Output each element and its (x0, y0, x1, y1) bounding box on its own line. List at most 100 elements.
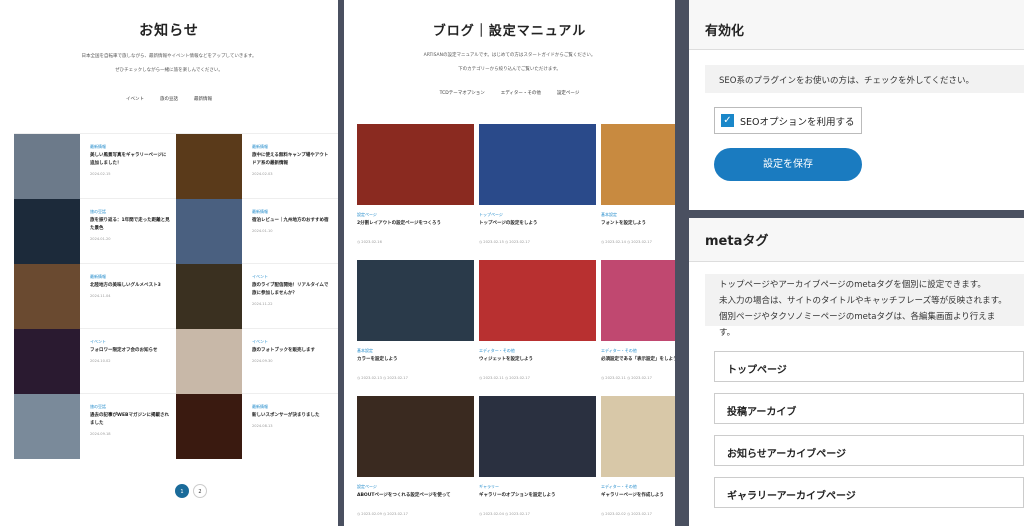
news-thumbnail[interactable] (176, 134, 242, 199)
page-title: お知らせ (139, 23, 199, 39)
section-title: metaタグ (689, 218, 1024, 262)
page-title: ブログ｜設定マニュアル (432, 24, 587, 39)
blog-card-title: カラーを設定しよう (357, 357, 398, 362)
news-item[interactable]: 最新情報 宿泊レビュー｜九州地方のおすすめ宿 2024.01.10 (242, 199, 338, 263)
blog-card-title: 2分割レイアウトの設定ページをつくろう (357, 221, 442, 226)
seo-option-checkbox[interactable]: ✓ SEOオプションを利用する (714, 107, 862, 134)
news-item[interactable]: 最新情報 北陸地方の美味しいグルメベスト3 2024.11.04 (80, 264, 176, 328)
news-item[interactable]: 旅の豆話過去の記事がWEBマガジンに掲載されました 2024.09.18 (80, 394, 176, 458)
news-category: イベント (252, 274, 268, 279)
blog-card-image[interactable] (357, 260, 474, 341)
blog-card-category: トップページ (479, 212, 503, 217)
news-date: 2024.10.02 (90, 359, 111, 363)
blog-card-dates: ◷ 2023.02.02 ◷ 2023.02.17 (601, 512, 652, 516)
news-thumbnail[interactable] (14, 134, 80, 199)
accordion-post-archive[interactable]: 投稿アーカイブ (714, 393, 1024, 424)
news-thumbnail[interactable] (176, 394, 242, 459)
blog-card-category: 基本設定 (357, 348, 373, 353)
news-date: 2024.02.15 (90, 172, 111, 176)
news-thumbnail[interactable] (14, 394, 80, 459)
page-description-2: 下のカテゴリーから絞り込んでご覧いただけます。 (458, 67, 561, 72)
blog-card-image[interactable] (357, 124, 474, 205)
blog-card[interactable]: 基本設定カラーを設定しよう ◷ 2023.02.13 ◷ 2023.02.17 (357, 260, 474, 396)
blog-card[interactable]: エディター・その他 ウィジェットを設定しよう ◷ 2023.02.11 ◷ 2023… (479, 260, 596, 396)
page-description: ARTISANの設定マニュアルです。はじめての方はスタートガイドからご覧ください… (423, 53, 596, 58)
news-item[interactable]: 最新情報 旅中に使える無料キャンプ場やアウトドア系の最新情報 2024.02.03 (242, 134, 338, 198)
blog-card-category: 設定ページ (357, 484, 377, 489)
accordion-top-page[interactable]: トップページ (714, 351, 1024, 382)
news-date: 2024.11.22 (252, 302, 273, 306)
blog-card-title: トップページの設定をしよう (479, 221, 538, 226)
news-date: 2024.02.03 (252, 172, 273, 176)
news-date: 2024.09.18 (90, 432, 111, 436)
blog-card-image[interactable] (601, 396, 675, 477)
news-title: 宿泊レビュー｜九州地方のおすすめ宿 (252, 218, 329, 223)
news-item[interactable]: イベント旅のライブ配信開始！リアルタイムで旅に参加しませんか？ 2024.11.2… (242, 264, 338, 328)
blog-page-panel: ブログ｜設定マニュアル ARTISANの設定マニュアルです。はじめての方はスター… (344, 0, 675, 526)
tab-settings-page[interactable]: 設定ページ (557, 90, 579, 96)
news-thumbnail[interactable] (14, 199, 80, 264)
blog-card-image[interactable] (357, 396, 474, 477)
blog-card-image[interactable] (601, 124, 675, 205)
blog-card-image[interactable] (601, 260, 675, 341)
news-item[interactable]: 最新情報 新しいスポンサーが決まりました 2024.08.13 (242, 394, 338, 458)
news-title: 過去の記事がWEBマガジンに掲載されました (90, 413, 169, 426)
accordion-news-archive[interactable]: お知らせアーカイブページ (714, 435, 1024, 466)
news-row: イベント フォロワー限定オフ会のお知らせ 2024.10.02 イベント 旅のフォトブッ… (14, 328, 338, 394)
news-category: イベント (252, 339, 268, 344)
blog-card-title: ギャラリーのオプションを設定しよう (479, 493, 556, 498)
news-title: 美しい風景写真をギャラリーページに追加しました！ (90, 153, 167, 166)
blog-card[interactable]: 設定ページ ABOUTページをつくれる設定ページを使って ◷ 2023.02.09 … (357, 396, 474, 526)
news-title: 旅を振り返る：1年間で走った距離と見た景色 (90, 218, 170, 231)
news-thumbnail[interactable] (176, 329, 242, 394)
blog-card[interactable]: エディター・その他 ギャラリーページを作成しよう ◷ 2023.02.02 ◷ 20… (601, 396, 675, 526)
save-button[interactable]: 設定を保存 (714, 148, 862, 181)
tab-editor[interactable]: エディター・その他 (501, 90, 541, 96)
news-thumbnail[interactable] (176, 199, 242, 264)
page-description: 日本全国を自転車で旅しながら、最新情報やイベント情報などをアップしていきます。 (81, 54, 257, 59)
news-item[interactable]: 最新情報美しい風景写真をギャラリーページに追加しました！ 2024.02.15 (80, 134, 176, 198)
tab-news[interactable]: 最新情報 (194, 96, 212, 102)
blog-card-dates: ◷ 2023.02.16 (357, 240, 382, 244)
blog-card[interactable]: 設定ページ 2分割レイアウトの設定ページをつくろう ◷ 2023.02.16 (357, 124, 474, 260)
news-title: 新しいスポンサーが決まりました (252, 413, 320, 418)
tab-event[interactable]: イベント (126, 96, 144, 102)
pagination: 1 2 (175, 484, 207, 498)
tab-tcd-options[interactable]: TCDテーマオプション (440, 90, 485, 96)
news-list: 最新情報 美しい風景写真をギャラリーページに追加しました！ 2024.02.15 最新… (14, 133, 338, 459)
blog-card-image[interactable] (479, 260, 596, 341)
blog-card-dates: ◷ 2023.02.13 ◷ 2023.02.17 (357, 376, 408, 380)
page-2-button[interactable]: 2 (193, 484, 207, 498)
blog-card[interactable]: ギャラリーギャラリーのオプションを設定しよう ◷ 2023.02.04 ◷ 202… (479, 396, 596, 526)
blog-card-image[interactable] (479, 124, 596, 205)
enable-section: 有効化 SEO系のプラグインをお使いの方は、チェックを外してください。 ✓ SE… (689, 0, 1024, 210)
blog-card-image[interactable] (479, 396, 596, 477)
blog-card[interactable]: 基本設定 フォントを設定しよう ◷ 2023.02.14 ◷ 2023.02.17 (601, 124, 675, 260)
news-category: 旅の豆話 (90, 404, 106, 409)
description-line: 未入力の場合は、サイトのタイトルやキャッチフレーズ等が反映されます。 (719, 296, 1007, 306)
news-item[interactable]: 旅の豆話 旅を振り返る：1年間で走った距離と見た景色 2024.01.20 (80, 199, 176, 263)
news-item[interactable]: イベント 旅のフォトブックを販売します 2024.09.30 (242, 329, 338, 393)
news-date: 2024.11.04 (90, 294, 111, 298)
blog-card[interactable]: エディター・その他 必須設定である「表示設定」をしよう ◷ 2023.02.11 ◷… (601, 260, 675, 396)
news-category: 最新情報 (252, 144, 268, 149)
tab-trivia[interactable]: 旅の豆話 (160, 96, 178, 102)
blog-card-grid: 設定ページ 2分割レイアウトの設定ページをつくろう ◷ 2023.02.16 トップペ… (357, 124, 675, 526)
news-date: 2024.09.30 (252, 359, 273, 363)
news-thumbnail[interactable] (14, 329, 80, 394)
blog-card-title: ウィジェットを設定しよう (479, 357, 533, 362)
news-item[interactable]: イベント フォロワー限定オフ会のお知らせ 2024.10.02 (80, 329, 176, 393)
news-thumbnail[interactable] (176, 264, 242, 329)
category-tabs: TCDテーマオプション エディター・その他 設定ページ (344, 90, 675, 96)
blog-card-title: ABOUTページをつくれる設定ページを使って (357, 493, 451, 498)
blog-card-dates: ◷ 2023.02.04 ◷ 2023.02.17 (479, 512, 530, 516)
blog-card[interactable]: トップページ トップページの設定をしよう ◷ 2023.02.15 ◷ 2023.0… (479, 124, 596, 260)
news-title: 旅のライブ配信開始！リアルタイムで旅に参加しませんか？ (252, 283, 329, 296)
news-thumbnail[interactable] (14, 264, 80, 329)
blog-card-category: ギャラリー (479, 484, 499, 489)
meta-tag-section: metaタグ トップページやアーカイブページのmetaタグを個別に設定できます。… (689, 218, 1024, 526)
description-line: トップページやアーカイブページのmetaタグを個別に設定できます。 (719, 280, 986, 290)
accordion-gallery-archive[interactable]: ギャラリーアーカイブページ (714, 477, 1024, 508)
news-category: 最新情報 (90, 144, 106, 149)
page-1-button[interactable]: 1 (175, 484, 189, 498)
